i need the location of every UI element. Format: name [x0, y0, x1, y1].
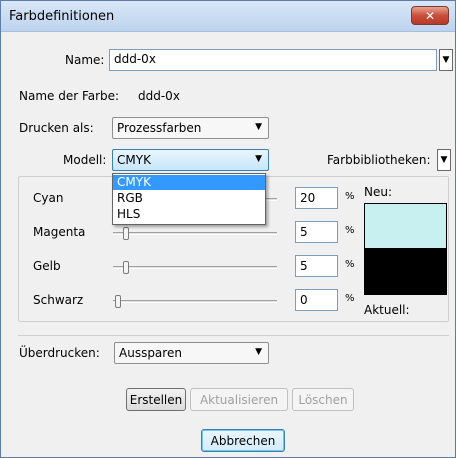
- libraries-label: Farbbibliotheken:: [327, 153, 431, 167]
- close-icon: ✕: [424, 8, 436, 23]
- print-as-value: Prozessfarben: [117, 121, 202, 135]
- overprint-value: Aussparen: [119, 346, 182, 360]
- slider-label: Gelb: [33, 259, 61, 273]
- new-color-label: Neu:: [364, 185, 393, 199]
- title-bar: Farbdefinitionen ✕: [1, 1, 455, 32]
- window-title: Farbdefinitionen: [9, 9, 115, 24]
- create-button[interactable]: Erstellen: [126, 388, 186, 411]
- chevron-down-icon: ▼: [255, 347, 262, 357]
- chevron-down-icon: ▼: [255, 154, 262, 164]
- update-button[interactable]: Aktualisieren: [190, 388, 288, 411]
- cancel-button[interactable]: Abbrechen: [201, 429, 285, 452]
- name-dropdown-button[interactable]: ▼: [439, 49, 453, 71]
- slider-value-input[interactable]: 5: [295, 221, 338, 243]
- slider-value-input[interactable]: 5: [295, 255, 338, 277]
- new-color-swatch: [364, 203, 447, 249]
- model-select[interactable]: CMYK ▼: [112, 149, 269, 171]
- triangle-down-icon: ▼: [440, 155, 448, 165]
- slider-label: Schwarz: [33, 293, 84, 307]
- current-color-swatch: [364, 249, 447, 295]
- slider-label: Cyan: [33, 191, 64, 205]
- percent-sign: %: [345, 191, 355, 202]
- color-definitions-dialog: Farbdefinitionen ✕ Name: ddd-0x ▼ Name d…: [0, 0, 456, 458]
- slider-track[interactable]: [113, 266, 277, 269]
- slider-thumb[interactable]: [123, 261, 129, 274]
- overprint-select[interactable]: Aussparen ▼: [114, 342, 269, 364]
- model-option-hls[interactable]: HLS: [113, 207, 265, 222]
- slider-value-input[interactable]: 0: [295, 289, 338, 311]
- current-color-label: Aktuell:: [364, 303, 410, 317]
- libraries-dropdown-button[interactable]: ▼: [437, 149, 451, 171]
- name-input[interactable]: ddd-0x: [109, 49, 437, 71]
- slider-thumb[interactable]: [115, 295, 121, 308]
- slider-track[interactable]: [113, 232, 277, 235]
- triangle-down-icon: ▼: [442, 55, 450, 65]
- close-button[interactable]: ✕: [411, 6, 449, 25]
- model-label: Modell:: [63, 153, 107, 167]
- percent-sign: %: [345, 259, 355, 270]
- name-label: Name:: [65, 53, 105, 67]
- chevron-down-icon: ▼: [255, 122, 262, 132]
- color-name-value: ddd-0x: [138, 89, 180, 103]
- slider-value-input[interactable]: 20: [295, 187, 338, 209]
- print-as-label: Drucken als:: [19, 121, 94, 135]
- model-option-rgb[interactable]: RGB: [113, 191, 265, 206]
- separator: [18, 335, 449, 336]
- delete-button[interactable]: Löschen: [292, 388, 354, 411]
- color-name-label: Name der Farbe:: [19, 89, 120, 103]
- slider-thumb[interactable]: [123, 227, 129, 240]
- slider-label: Magenta: [33, 225, 86, 239]
- print-as-select[interactable]: Prozessfarben ▼: [112, 117, 269, 139]
- model-option-cmyk[interactable]: CMYK: [113, 175, 265, 190]
- model-dropdown-list: CMYK RGB HLS: [112, 173, 266, 225]
- overprint-label: Überdrucken:: [19, 346, 100, 360]
- percent-sign: %: [345, 225, 355, 236]
- percent-sign: %: [345, 293, 355, 304]
- slider-track[interactable]: [113, 300, 277, 303]
- model-value: CMYK: [117, 153, 151, 167]
